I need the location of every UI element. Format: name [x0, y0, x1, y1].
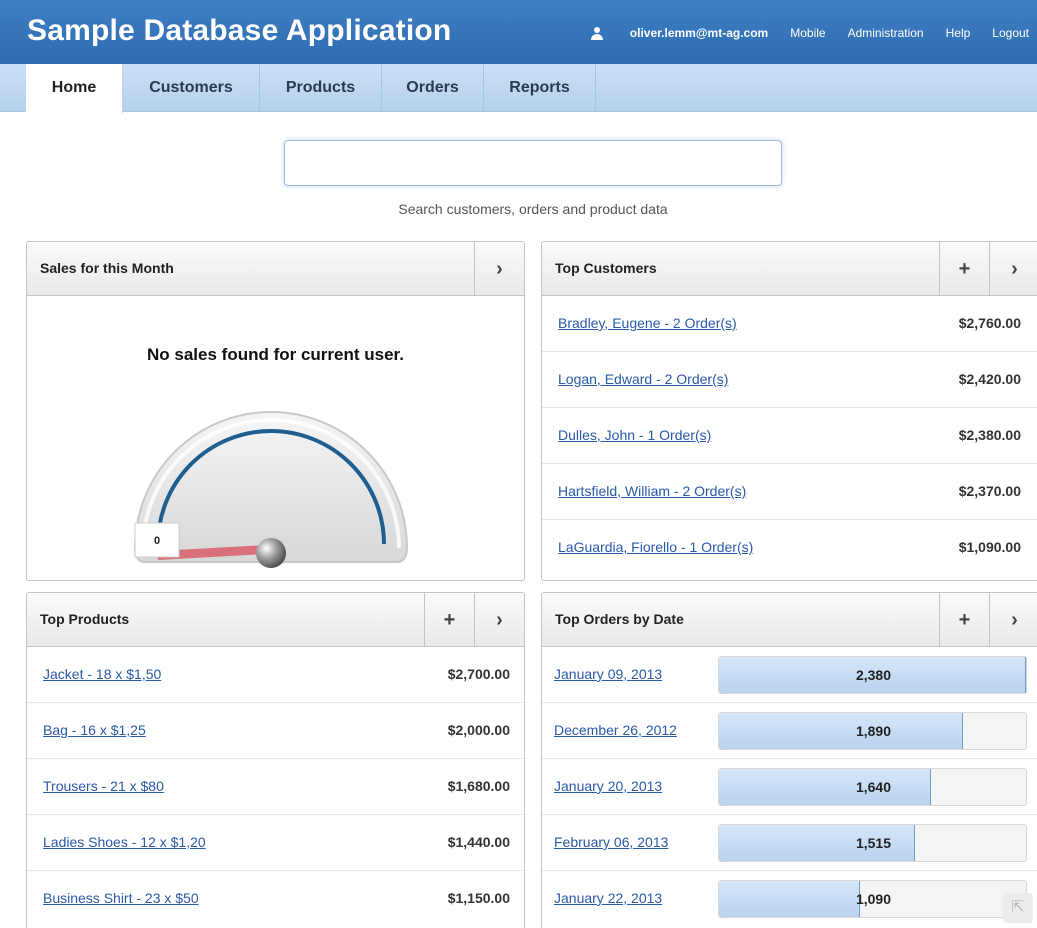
product-link[interactable]: Bag - 16 x $1,25 — [43, 722, 146, 738]
order-bar: 1,515 — [718, 824, 1027, 862]
plus-icon[interactable]: + — [939, 242, 989, 296]
list-item: Ladies Shoes - 12 x $1,20 $1,440.00 — [27, 815, 524, 871]
search-input[interactable] — [284, 140, 782, 186]
order-date-link[interactable]: January 22, 2013 — [554, 890, 662, 906]
mobile-link[interactable]: Mobile — [790, 26, 825, 40]
user-icon — [590, 26, 603, 40]
customer-link[interactable]: Bradley, Eugene - 2 Order(s) — [558, 315, 737, 331]
customer-amount: $2,760.00 — [958, 315, 1021, 331]
list-item: January 09, 2013 2,380 — [542, 647, 1037, 703]
panel-header: Sales for this Month › — [27, 242, 524, 296]
order-date-link[interactable]: January 09, 2013 — [554, 666, 662, 682]
user-link[interactable]: oliver.lemm@mt-ag.com — [569, 26, 768, 40]
list-item: January 22, 2013 1,090 — [542, 871, 1037, 927]
list-item: Bag - 16 x $1,25 $2,000.00 — [27, 703, 524, 759]
product-link[interactable]: Ladies Shoes - 12 x $1,20 — [43, 834, 206, 850]
tab-home[interactable]: Home — [26, 64, 123, 113]
product-amount: $1,150.00 — [447, 890, 510, 906]
top-header: Sample Database Application oliver.lemm@… — [0, 0, 1037, 64]
list-item: LaGuardia, Fiorello - 1 Order(s) $1,090.… — [542, 520, 1037, 576]
list-item: Jacket - 18 x $1,50 $2,700.00 — [27, 647, 524, 703]
logout-link[interactable]: Logout — [992, 26, 1029, 40]
top-orders-panel: Top Orders by Date + › January 09, 2013 … — [541, 592, 1037, 928]
list-item: Bradley, Eugene - 2 Order(s) $2,760.00 — [542, 296, 1037, 352]
chevron-right-icon[interactable]: › — [474, 593, 524, 647]
chevron-right-icon[interactable]: › — [474, 242, 524, 296]
order-bar: 1,890 — [718, 712, 1027, 750]
list-item: Logan, Edward - 2 Order(s) $2,420.00 — [542, 352, 1037, 408]
panel-header: Top Customers + › — [542, 242, 1037, 296]
customer-amount: $1,090.00 — [958, 539, 1021, 555]
customer-link[interactable]: Logan, Edward - 2 Order(s) — [558, 371, 728, 387]
share-icon[interactable]: ⇱ — [1003, 893, 1033, 923]
panel-title: Top Orders by Date — [555, 611, 684, 627]
product-amount: $2,000.00 — [447, 722, 510, 738]
tab-orders[interactable]: Orders — [382, 64, 484, 112]
gauge-value: 0 — [154, 535, 160, 547]
product-amount: $1,440.00 — [447, 834, 510, 850]
product-link[interactable]: Jacket - 18 x $1,50 — [43, 666, 161, 682]
order-bar: 2,380 — [718, 656, 1027, 694]
list-item: Trousers - 21 x $80 $1,680.00 — [27, 759, 524, 815]
top-products-panel: Top Products + › Jacket - 18 x $1,50 $2,… — [26, 592, 525, 928]
help-link[interactable]: Help — [946, 26, 971, 40]
customer-amount: $2,370.00 — [958, 483, 1021, 499]
customer-link[interactable]: LaGuardia, Fiorello - 1 Order(s) — [558, 539, 753, 555]
order-bar: 1,090 — [718, 880, 1027, 918]
product-amount: $2,700.00 — [447, 666, 510, 682]
app-title[interactable]: Sample Database Application — [27, 14, 451, 48]
order-date-link[interactable]: December 26, 2012 — [554, 722, 677, 738]
plus-icon[interactable]: + — [939, 593, 989, 647]
order-bar-value: 1,640 — [855, 779, 892, 795]
panel-title: Top Customers — [555, 260, 657, 276]
list-item: Hartsfield, William - 2 Order(s) $2,370.… — [542, 464, 1037, 520]
list-item: Business Shirt - 23 x $50 $1,150.00 — [27, 871, 524, 927]
order-bar-value: 2,380 — [855, 667, 892, 683]
customer-amount: $2,420.00 — [958, 371, 1021, 387]
tab-customers[interactable]: Customers — [123, 64, 260, 112]
list-item: January 20, 2013 1,640 — [542, 759, 1037, 815]
order-bar-value: 1,890 — [855, 723, 892, 739]
product-link[interactable]: Trousers - 21 x $80 — [43, 778, 164, 794]
customer-amount: $2,380.00 — [958, 427, 1021, 443]
administration-link[interactable]: Administration — [848, 26, 924, 40]
panel-header: Top Orders by Date + › — [542, 593, 1037, 647]
list-item: Dulles, John - 1 Order(s) $2,380.00 — [542, 408, 1037, 464]
tab-products[interactable]: Products — [260, 64, 382, 112]
panel-title: Sales for this Month — [40, 260, 174, 276]
chevron-right-icon[interactable]: › — [989, 242, 1037, 296]
tab-bar: Home Customers Products Orders Reports — [0, 64, 1037, 113]
gauge-chart: 0 — [133, 411, 409, 568]
customer-link[interactable]: Hartsfield, William - 2 Order(s) — [558, 483, 746, 499]
order-bar: 1,640 — [718, 768, 1027, 806]
user-email: oliver.lemm@mt-ag.com — [629, 26, 769, 40]
product-amount: $1,680.00 — [447, 778, 510, 794]
gauge-knob — [256, 538, 286, 568]
header-links: oliver.lemm@mt-ag.com Mobile Administrat… — [547, 26, 1029, 40]
panel-title: Top Products — [40, 611, 130, 627]
order-date-link[interactable]: January 20, 2013 — [554, 778, 662, 794]
order-bar-value: 1,515 — [855, 835, 892, 851]
tab-reports[interactable]: Reports — [484, 64, 596, 112]
product-link[interactable]: Business Shirt - 23 x $50 — [43, 890, 199, 906]
search-hint: Search customers, orders and product dat… — [398, 201, 668, 217]
order-bar-value: 1,090 — [855, 891, 892, 907]
order-date-link[interactable]: February 06, 2013 — [554, 834, 668, 850]
panel-header: Top Products + › — [27, 593, 524, 647]
plus-icon[interactable]: + — [424, 593, 474, 647]
top-customers-panel: Top Customers + › Bradley, Eugene - 2 Or… — [541, 241, 1037, 581]
gauge-area: No sales found for current user. 0 — [27, 296, 524, 580]
sales-panel: Sales for this Month › No sales found fo… — [26, 241, 525, 581]
chevron-right-icon[interactable]: › — [989, 593, 1037, 647]
list-item: December 26, 2012 1,890 — [542, 703, 1037, 759]
list-item: February 06, 2013 1,515 — [542, 815, 1037, 871]
customer-link[interactable]: Dulles, John - 1 Order(s) — [558, 427, 711, 443]
